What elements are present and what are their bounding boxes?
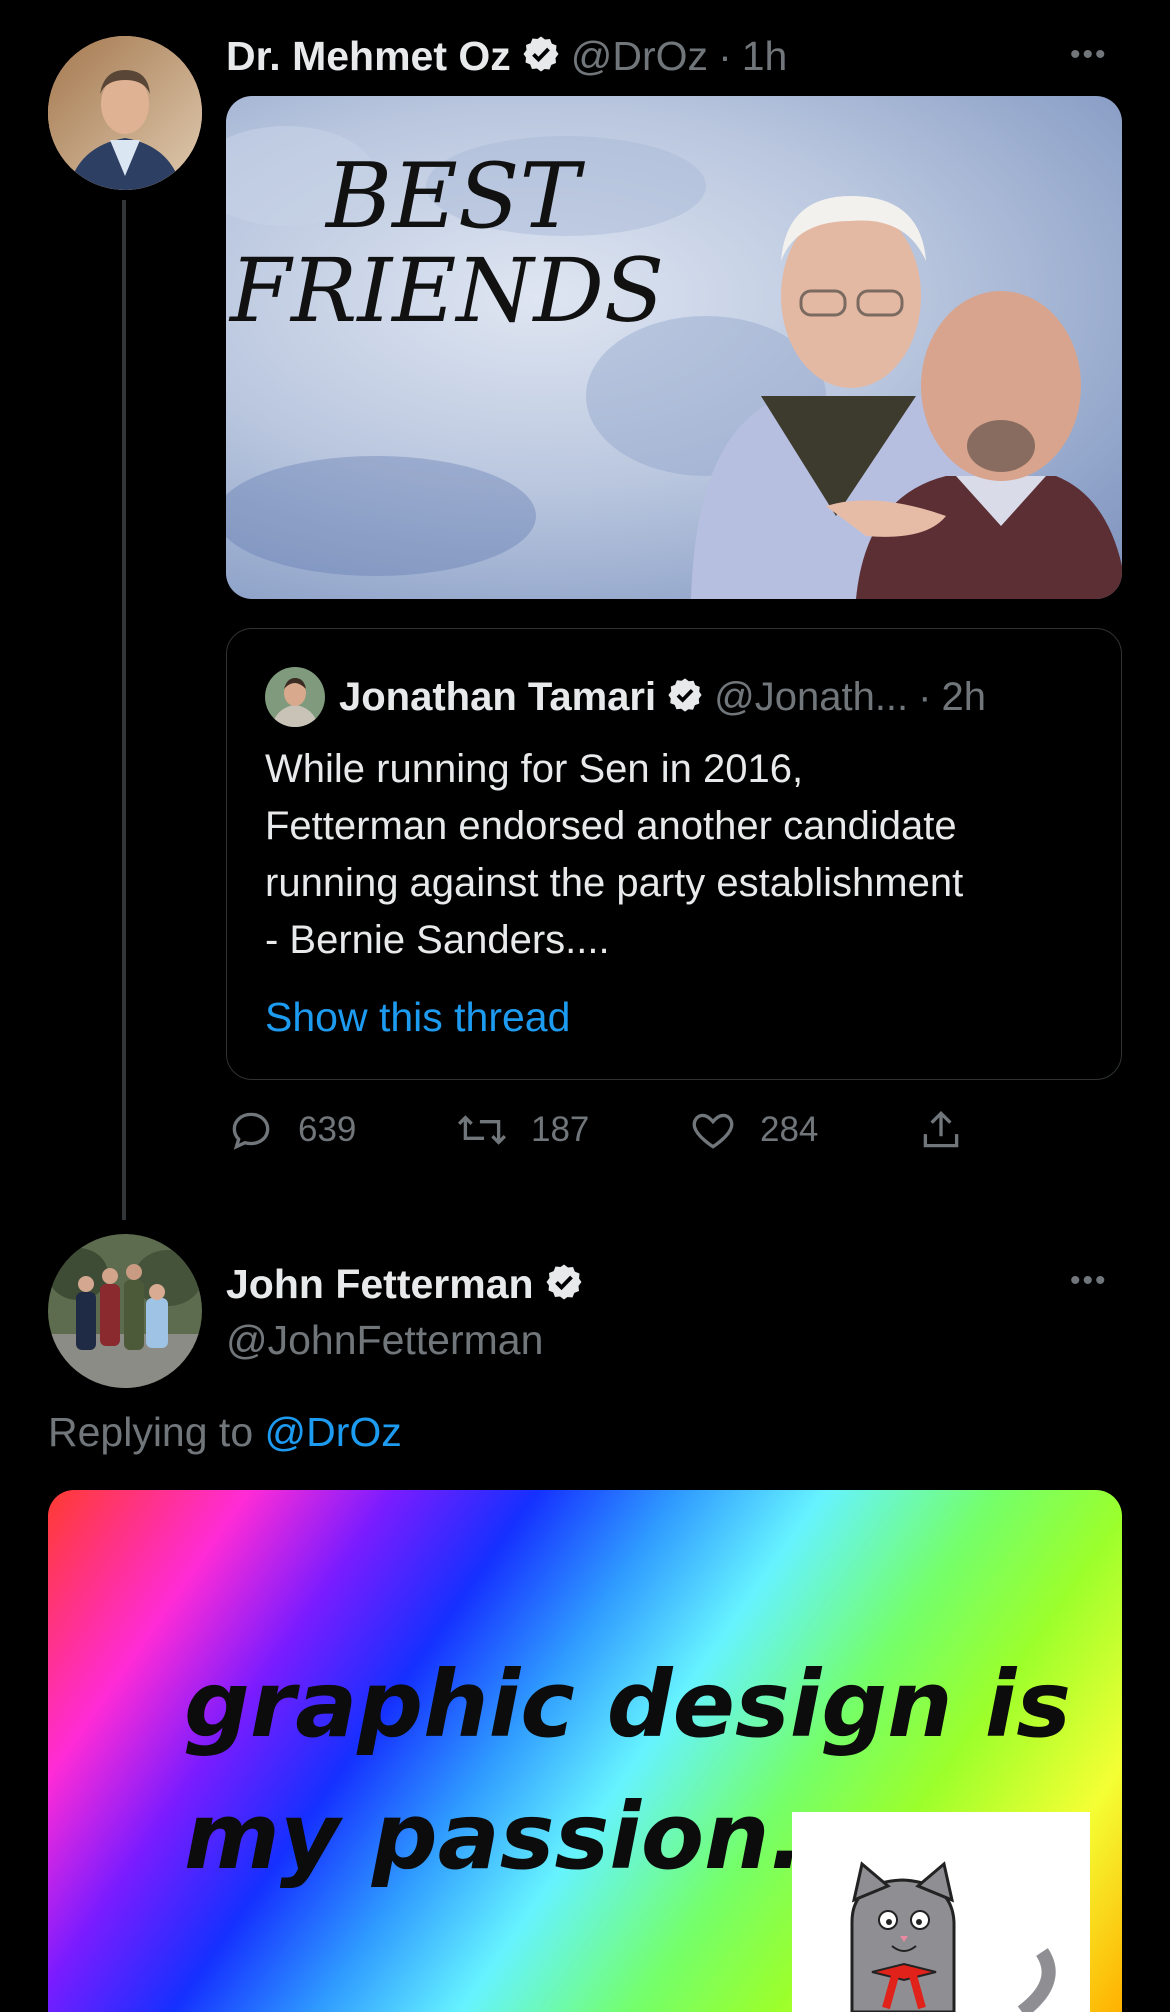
tweet-header: Dr. Mehmet Oz @DrOz · 1h <box>226 28 787 84</box>
reply-count: 639 <box>298 1110 357 1149</box>
quoted-text-line: While running for Sen in 2016, <box>265 747 804 791</box>
separator-dot: · <box>918 674 932 719</box>
tweet-header: John Fetterman <box>226 1256 584 1312</box>
quoted-timestamp[interactable]: 2h <box>941 675 986 720</box>
quoted-text-line: - Bernie Sanders.... <box>265 918 610 962</box>
verified-badge-icon <box>666 676 704 719</box>
quoted-author-name[interactable]: Jonathan Tamari <box>339 675 656 720</box>
person-icon <box>265 667 325 727</box>
replying-to-handle[interactable]: @DrOz <box>265 1409 402 1455</box>
avatar-tamari[interactable] <box>265 667 325 727</box>
separator-dot: · <box>718 32 732 79</box>
author-name[interactable]: John Fetterman <box>226 1261 534 1308</box>
quoted-handle[interactable]: @Jonath... <box>714 675 908 720</box>
like-count: 284 <box>760 1110 819 1149</box>
author-name[interactable]: Dr. Mehmet Oz <box>226 33 511 80</box>
show-thread-link[interactable]: Show this thread <box>265 989 570 1045</box>
replying-to: Replying to @DrOz <box>48 1404 402 1460</box>
quoted-text-line: running against the party establishment <box>265 861 964 905</box>
verified-badge-icon <box>521 34 561 79</box>
timestamp[interactable]: 1h <box>742 33 788 80</box>
share-action[interactable] <box>916 1105 966 1155</box>
verified-badge-icon <box>544 1262 584 1307</box>
thread-connector-line <box>122 200 126 1220</box>
author-handle[interactable]: @JohnFetterman <box>226 1312 543 1368</box>
image-title-best: BEST <box>326 144 580 249</box>
avatar-droz[interactable] <box>48 36 202 190</box>
quoted-text-line: Fetterman endorsed another candidate <box>265 804 957 848</box>
cat-icon <box>850 1861 1056 2012</box>
quoted-tweet-header: Jonathan Tamari @Jonath... · 2h <box>339 667 986 727</box>
more-options-icon[interactable]: ••• <box>1070 38 1108 72</box>
replying-to-label: Replying to <box>48 1409 254 1455</box>
quoted-tweet[interactable]: Jonathan Tamari @Jonath... · 2h While ru… <box>226 628 1122 1080</box>
reply-icon <box>232 1112 270 1150</box>
share-icon <box>923 1110 959 1148</box>
image-title-friends: FRIENDS <box>230 239 665 342</box>
person-icon <box>48 36 202 190</box>
image-caption-line1: graphic design is <box>184 1651 1071 1758</box>
reply-action[interactable]: 639 <box>226 1105 356 1155</box>
quoted-tweet-text: While running for Sen in 2016, Fetterman… <box>265 741 1105 969</box>
author-handle[interactable]: @DrOz <box>571 33 708 80</box>
more-options-icon[interactable]: ••• <box>1070 1264 1108 1298</box>
retweet-icon <box>457 1115 507 1145</box>
avatar-fetterman[interactable] <box>48 1234 202 1388</box>
retweet-action[interactable]: 187 <box>455 1105 589 1155</box>
heart-icon <box>692 1113 734 1149</box>
image-caption-line2: my passion. <box>184 1783 805 1890</box>
like-action[interactable]: 284 <box>688 1105 818 1155</box>
tweet-image-graphic-design[interactable]: graphic design is my passion. <box>48 1490 1122 2012</box>
tweet-image-best-friends[interactable]: BEST FRIENDS <box>226 96 1122 599</box>
family-photo-icon <box>48 1234 202 1388</box>
cat-clipart <box>792 1812 1090 2012</box>
retweet-count: 187 <box>531 1110 590 1149</box>
